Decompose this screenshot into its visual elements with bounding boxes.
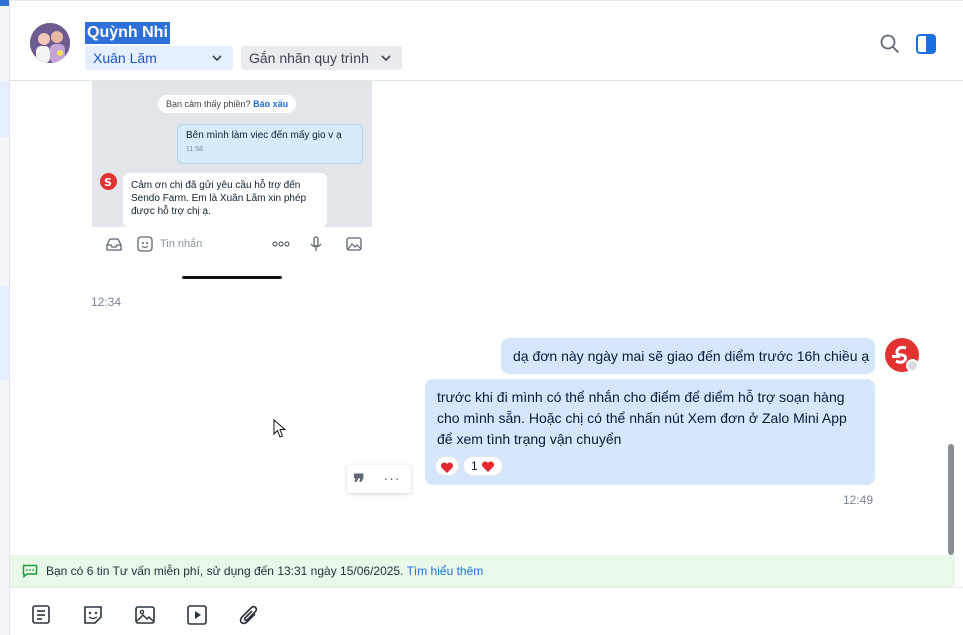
screenshot-outgoing-time: 11:58: [186, 146, 203, 153]
chat-bubble-icon: [22, 564, 38, 578]
sticker-icon[interactable]: [82, 604, 104, 626]
screenshot-outgoing-bubble: Bên mình làm viec đến mấy gio v ạ 11:58: [177, 124, 363, 164]
list-item-highlight[interactable]: [0, 81, 9, 137]
svg-text:S: S: [104, 176, 112, 189]
list-item-highlight[interactable]: [0, 286, 9, 380]
message-text: trước khi đi mình có thể nhắn cho điểm đ…: [437, 389, 847, 447]
heart-icon: [440, 462, 454, 474]
reaction-summary[interactable]: 1: [463, 456, 503, 476]
heart-icon: [482, 461, 495, 472]
screenshot-sender-avatar: S: [100, 173, 117, 190]
chevron-down-icon: [381, 55, 391, 62]
notice-text: Bạn có 6 tin Tư vấn miễn phí, sử dụng đế…: [46, 564, 404, 578]
scrollbar-thumb[interactable]: [948, 444, 954, 555]
report-prompt: Bạn cảm thấy phiền? Báo xấu: [158, 95, 297, 113]
free-consult-notice: Bạn có 6 tin Tư vấn miễn phí, sử dụng đế…: [10, 555, 955, 587]
image-icon[interactable]: [134, 604, 156, 626]
search-icon[interactable]: [879, 33, 901, 55]
screenshot-input-bar: Tin nhắn: [92, 227, 372, 262]
contact-avatar[interactable]: [30, 23, 70, 63]
chat-window: Quỳnh Nhi Xuân Lãm Gắn nhãn quy trình Bạ…: [0, 0, 963, 635]
assignee-label: Xuân Lãm: [93, 50, 157, 66]
chevron-down-icon: [212, 55, 222, 62]
emoji-icon: [137, 236, 153, 252]
screenshot-incoming-bubble: Cảm ơn chị đã gửi yêu cầu hỗ trợ đến Sen…: [123, 173, 327, 227]
microphone-icon: [310, 236, 322, 251]
reaction-count: 1: [471, 459, 478, 473]
message-time: 12:49: [843, 493, 874, 507]
video-icon[interactable]: [186, 604, 208, 626]
quote-icon[interactable]: ❞: [353, 470, 371, 496]
message-bubble[interactable]: dạ đơn này ngày mai sẽ giao đến diểm trư…: [501, 338, 875, 374]
screenshot-outgoing-text: Bên mình làm viec đến mấy gio v ạ: [186, 130, 342, 141]
sidebar-toggle-icon[interactable]: [915, 33, 937, 55]
message-time: 12:34: [91, 295, 122, 309]
screenshot-input-placeholder: Tin nhắn: [160, 238, 203, 250]
text-format-icon[interactable]: [30, 604, 52, 626]
workflow-tag-label: Gắn nhãn quy trình: [249, 50, 369, 66]
report-link: Báo xấu: [253, 99, 289, 109]
assignee-select[interactable]: Xuân Lãm: [85, 46, 233, 70]
more-icon: [272, 241, 290, 247]
more-icon[interactable]: ···: [381, 468, 403, 490]
inbox-icon: [106, 238, 122, 251]
conversation-list-edge: [0, 0, 10, 635]
workflow-tag-select[interactable]: Gắn nhãn quy trình: [241, 46, 402, 70]
list-selection-mark: [0, 0, 9, 6]
zalo-badge-icon: [906, 359, 919, 372]
attachment-icon[interactable]: [238, 604, 260, 626]
shared-screenshot-image[interactable]: Bạn cảm thấy phiền? Báo xấu Bên mình làm…: [92, 81, 372, 286]
message-hover-toolbar: ❞ ···: [347, 465, 411, 496]
learn-more-link[interactable]: Tìm hiểu thêm: [407, 564, 484, 578]
add-reaction-button[interactable]: [435, 456, 459, 476]
screenshot-home-indicator: [182, 276, 282, 279]
compose-toolbar: [10, 587, 963, 635]
mouse-cursor-icon: [273, 419, 287, 438]
message-list[interactable]: Bạn cảm thấy phiền? Báo xấu Bên mình làm…: [10, 81, 953, 555]
message-bubble[interactable]: trước khi đi mình có thể nhắn cho điểm đ…: [425, 379, 875, 485]
image-icon: [346, 237, 362, 251]
contact-name[interactable]: Quỳnh Nhi: [85, 22, 170, 44]
chat-header: Quỳnh Nhi Xuân Lãm Gắn nhãn quy trình: [10, 0, 963, 81]
